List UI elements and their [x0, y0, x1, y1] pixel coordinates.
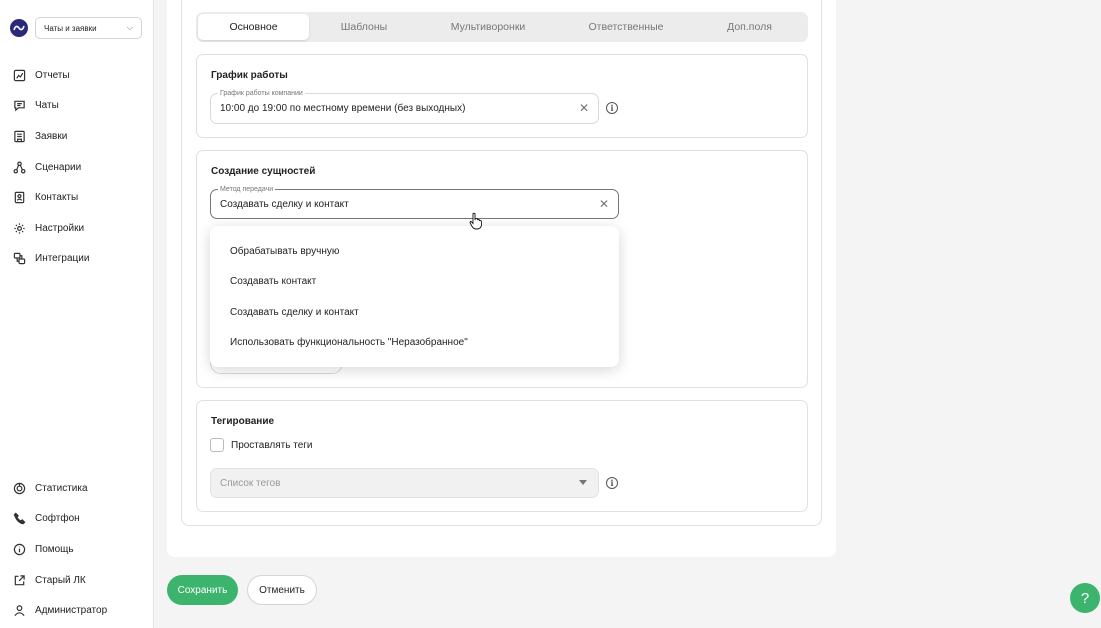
- integrations-icon: [13, 252, 26, 265]
- sidebar-item-label: Сценарии: [35, 161, 82, 173]
- sidebar-item-statistics[interactable]: Статистика: [0, 473, 154, 504]
- sidebar-item-softphone[interactable]: Софтфон: [0, 504, 154, 535]
- work-schedule-field[interactable]: График работы компании 10:00 до 19:00 по…: [210, 89, 599, 124]
- field-value: Создавать сделку и контакт: [220, 199, 349, 210]
- sidebar-item-label: Заявки: [35, 130, 68, 142]
- logo-icon[interactable]: [10, 19, 28, 37]
- sidebar-item-contacts[interactable]: Контакты: [0, 182, 154, 213]
- sidebar-item-settings[interactable]: Настройки: [0, 213, 154, 244]
- chat-icon: [13, 99, 26, 112]
- sidebar: Чаты и заявки ⌵ Отчеты Чаты Заявки Сцена…: [0, 0, 154, 628]
- hand-cursor-icon: [469, 212, 482, 230]
- save-button[interactable]: Сохранить: [167, 575, 238, 605]
- help-button[interactable]: ?: [1070, 583, 1100, 613]
- dropdown-option[interactable]: Создавать сделку и контакт: [210, 297, 619, 328]
- tab-main[interactable]: Основное: [198, 14, 309, 40]
- tab-responsible[interactable]: Ответственные: [557, 14, 695, 40]
- requests-icon: [13, 130, 26, 143]
- sidebar-nav-bottom: Статистика Софтфон Помощь Старый ЛК Адми…: [0, 473, 154, 626]
- sidebar-item-help[interactable]: Помощь: [0, 534, 154, 565]
- sidebar-item-label: Настройки: [35, 222, 85, 234]
- caret-down-icon: [579, 480, 587, 485]
- sidebar-item-label: Администратор: [35, 605, 108, 617]
- sidebar-item-label: Контакты: [35, 192, 79, 204]
- section-title: График работы: [211, 70, 288, 81]
- sidebar-item-integrations[interactable]: Интеграции: [0, 244, 154, 275]
- sidebar-item-admin[interactable]: Администратор: [0, 595, 154, 626]
- info-icon[interactable]: i: [606, 102, 618, 114]
- dropdown-option[interactable]: Создавать контакт: [210, 267, 619, 298]
- contacts-icon: [13, 191, 26, 204]
- sidebar-item-label: Старый ЛК: [35, 574, 86, 586]
- field-label: Метод передачи: [218, 185, 276, 194]
- workspace-select[interactable]: Чаты и заявки ⌵: [35, 17, 142, 39]
- sidebar-item-label: Статистика: [35, 482, 88, 494]
- sidebar-item-label: Интеграции: [35, 253, 90, 265]
- dropdown-option[interactable]: Обрабатывать вручную: [210, 236, 619, 267]
- transfer-method-select[interactable]: Метод передачи Создавать сделку и контак…: [210, 185, 619, 219]
- sidebar-item-label: Чаты: [35, 100, 59, 112]
- sidebar-item-chats[interactable]: Чаты: [0, 91, 154, 122]
- tags-placeholder: Список тегов: [220, 478, 281, 489]
- tab-bar: Основное Шаблоны Мультиворонки Ответстве…: [196, 12, 808, 42]
- chart-icon: [13, 69, 26, 82]
- field-label: График работы компании: [218, 89, 305, 98]
- tags-list-select: Список тегов: [210, 468, 599, 498]
- sidebar-item-old-account[interactable]: Старый ЛК: [0, 565, 154, 596]
- phone-icon: [13, 512, 26, 525]
- sidebar-item-scenarios[interactable]: Сценарии: [0, 152, 154, 183]
- transfer-method-dropdown: Обрабатывать вручную Создавать контакт С…: [210, 226, 619, 367]
- set-tags-label: Проставлять теги: [231, 440, 313, 451]
- info-icon[interactable]: i: [606, 477, 618, 489]
- dropdown-option[interactable]: Использовать функциональность "Неразобра…: [210, 328, 619, 359]
- sidebar-item-reports[interactable]: Отчеты: [0, 60, 154, 91]
- clear-icon[interactable]: ✕: [579, 101, 589, 115]
- section-title: Тегирование: [211, 416, 275, 427]
- tab-multifunnels[interactable]: Мультиворонки: [419, 14, 557, 40]
- sidebar-item-label: Софтфон: [35, 513, 80, 525]
- clear-icon[interactable]: ✕: [599, 197, 609, 211]
- set-tags-checkbox[interactable]: [210, 438, 224, 452]
- sidebar-item-label: Отчеты: [35, 69, 70, 81]
- scenarios-icon: [13, 161, 26, 174]
- external-link-icon: [13, 574, 26, 587]
- help-icon: [13, 543, 26, 556]
- cancel-button[interactable]: Отменить: [247, 575, 317, 605]
- tab-templates[interactable]: Шаблоны: [309, 14, 419, 40]
- stats-icon: [13, 482, 26, 495]
- field-value: 10:00 до 19:00 по местному времени (без …: [220, 103, 466, 114]
- sidebar-nav-top: Отчеты Чаты Заявки Сценарии Контакты Нас…: [0, 60, 154, 274]
- section-title: Создание сущностей: [211, 166, 316, 177]
- tab-extra-fields[interactable]: Доп.поля: [695, 14, 804, 40]
- chevron-down-icon: ⌵: [126, 23, 133, 32]
- sidebar-item-label: Помощь: [35, 543, 74, 555]
- workspace-select-label: Чаты и заявки: [44, 23, 97, 33]
- sidebar-item-requests[interactable]: Заявки: [0, 121, 154, 152]
- gear-icon: [13, 222, 26, 235]
- user-icon: [13, 604, 26, 617]
